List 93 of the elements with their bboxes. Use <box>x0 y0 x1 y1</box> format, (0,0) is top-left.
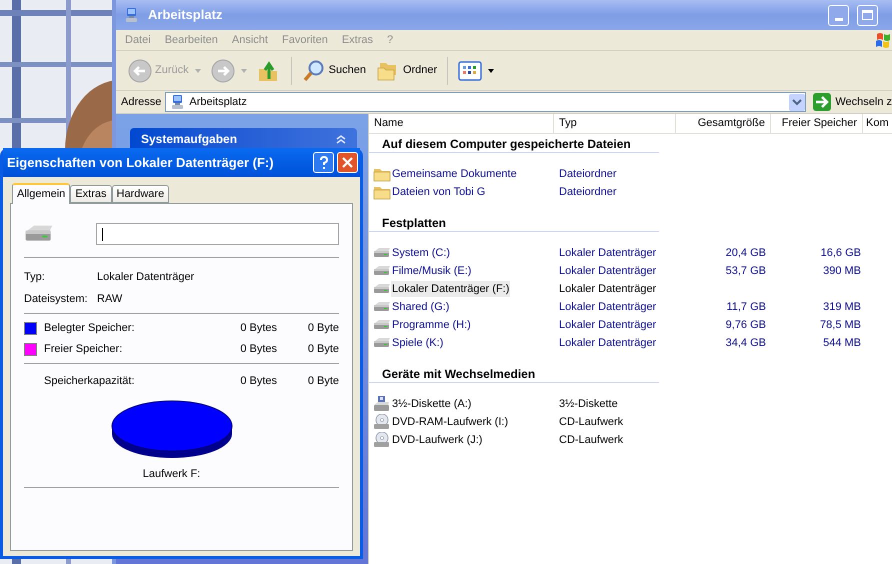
free-space: 319 MB <box>823 300 861 313</box>
item-name[interactable]: DVD-Laufwerk (J:) <box>391 432 484 448</box>
column-header[interactable]: Freier Speicher <box>771 114 863 133</box>
bytes-value: 0 Bytes <box>239 321 277 336</box>
total-size: 53,7 GB <box>726 264 766 277</box>
free-space: 78,5 MB <box>820 318 861 331</box>
field-label: Typ: <box>24 270 46 285</box>
dropdown-caret-icon <box>240 68 247 72</box>
cd-drive-icon <box>373 414 391 430</box>
size-label: Freier Speicher: <box>44 342 124 358</box>
help-button[interactable] <box>313 152 334 173</box>
go-arrow-icon <box>813 93 832 111</box>
tab[interactable]: Extras <box>70 185 112 203</box>
address-label: Adresse <box>121 94 162 110</box>
close-icon <box>342 157 353 168</box>
free-space: 544 MB <box>823 336 861 349</box>
column-header[interactable]: Kom <box>863 114 889 133</box>
folder-icon <box>373 166 391 182</box>
size-label: Speicherkapazität: <box>44 374 136 389</box>
tab[interactable]: Allgemein <box>12 183 70 204</box>
group-header: Festplatten <box>369 214 659 232</box>
free-space: 390 MB <box>823 264 861 277</box>
column-header[interactable]: Typ <box>554 114 676 133</box>
item-type: Lokaler Datenträger <box>558 336 658 351</box>
item-name[interactable]: Spiele (K:) <box>391 334 444 352</box>
field-value: Lokaler Datenträger <box>97 270 194 285</box>
windows-flag-icon <box>874 30 892 50</box>
field-value: RAW <box>97 292 122 307</box>
column-header[interactable]: Gesamtgröße <box>676 114 771 133</box>
item-name[interactable]: Lokaler Datenträger (F:) <box>391 280 510 298</box>
size-value: 0 Byte <box>306 342 339 358</box>
folder-icon <box>373 184 391 200</box>
computer-icon <box>124 7 140 23</box>
cd-drive-icon <box>373 432 391 448</box>
item-name[interactable]: DVD-RAM-Laufwerk (I:) <box>391 414 510 430</box>
hard-drive-icon <box>373 300 391 314</box>
total-size: 34,4 GB <box>726 336 766 349</box>
drive-label: Laufwerk F: <box>142 467 202 482</box>
name-field[interactable] <box>96 223 339 245</box>
item-name[interactable]: Programme (H:) <box>391 316 472 334</box>
item-name[interactable]: Gemeinsame Dokumente <box>391 166 518 182</box>
search-button[interactable]: Suchen <box>300 56 368 86</box>
size-label: Belegter Speicher: <box>44 321 136 336</box>
item-type: Lokaler Datenträger <box>558 264 658 279</box>
item-name[interactable]: 3½-Diskette (A:) <box>391 396 472 412</box>
maximize-button[interactable] <box>857 4 878 26</box>
item-type: CD-Laufwerk <box>558 432 624 448</box>
item-type: Lokaler Datenträger <box>558 282 658 297</box>
field-label: Dateisystem: <box>24 292 89 307</box>
hard-drive-icon <box>373 282 391 296</box>
views-grid-icon <box>458 58 482 82</box>
item-name[interactable]: Shared (G:) <box>391 298 450 316</box>
search-icon <box>302 58 326 82</box>
item-name[interactable]: System (C:) <box>391 244 452 262</box>
group-header: Auf diesem Computer gespeicherte Dateien <box>369 135 659 153</box>
bytes-value: 0 Bytes <box>239 374 277 389</box>
total-size: 11,7 GB <box>726 300 766 313</box>
hard-drive-icon <box>373 264 391 278</box>
total-size: 20,4 GB <box>726 246 766 259</box>
item-type: Dateiordner <box>558 184 618 200</box>
size-value: 0 Byte <box>306 374 339 389</box>
free-space: 16,6 GB <box>820 246 861 259</box>
item-type: Lokaler Datenträger <box>558 246 658 261</box>
size-value: 0 Byte <box>306 321 339 336</box>
column-header[interactable]: Name <box>369 114 554 133</box>
question-mark-icon <box>318 156 328 170</box>
hard-drive-icon <box>373 246 391 260</box>
item-type: Dateiordner <box>558 166 618 182</box>
floppy-drive-icon <box>373 396 391 412</box>
item-type: Lokaler Datenträger <box>558 318 658 333</box>
dropdown-chevron-icon[interactable] <box>789 94 806 110</box>
go-button[interactable]: Wechseln z <box>813 93 892 111</box>
item-type: CD-Laufwerk <box>558 414 624 430</box>
folders-button[interactable]: Ordner <box>374 56 440 86</box>
close-button[interactable] <box>337 152 358 173</box>
minimize-button[interactable] <box>828 4 849 26</box>
total-size: 9,76 GB <box>726 318 766 331</box>
item-name[interactable]: Filme/Musik (E:) <box>391 262 472 280</box>
task-pane-header[interactable]: Systemaufgaben <box>130 128 357 150</box>
hard-drive-icon <box>373 336 391 350</box>
item-type: 3½-Diskette <box>558 396 619 412</box>
bytes-value: 0 Bytes <box>239 342 277 358</box>
address-field[interactable]: Arbeitsplatz <box>165 92 806 112</box>
dialog-title: Eigenschaften von Lokaler Datenträger (F:) <box>7 154 275 172</box>
hard-drive-icon <box>373 318 391 332</box>
item-name[interactable]: Dateien von Tobi G <box>391 184 486 200</box>
window-title: Arbeitsplatz <box>148 6 224 24</box>
dropdown-caret-icon <box>194 68 201 72</box>
dropdown-caret-icon <box>488 68 494 72</box>
tab[interactable]: Hardware <box>112 185 170 203</box>
item-type: Lokaler Datenträger <box>558 300 658 315</box>
collapse-chevron-icon <box>336 134 346 144</box>
group-header: Geräte mit Wechselmedien <box>369 365 659 383</box>
